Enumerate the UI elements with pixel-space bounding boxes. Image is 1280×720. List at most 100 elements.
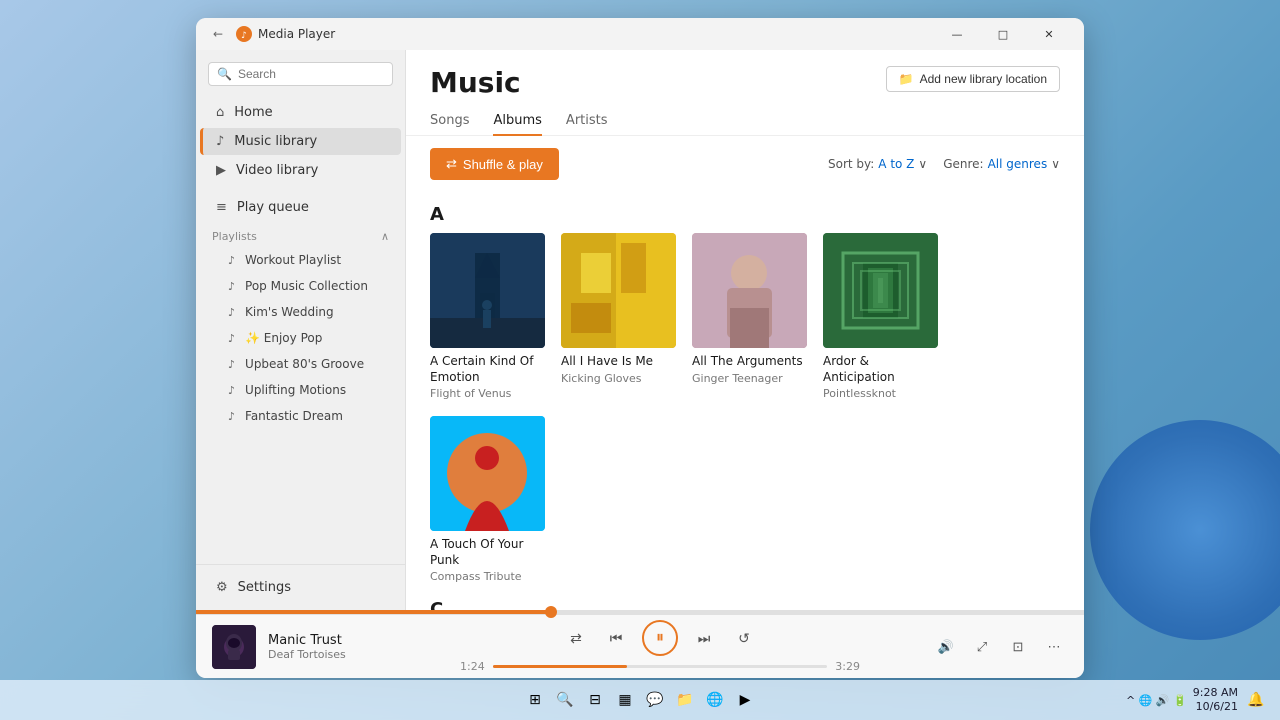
sidebar-item-home-label: Home bbox=[234, 105, 272, 120]
sidebar-item-settings[interactable]: ⚙ Settings bbox=[200, 574, 401, 601]
queue-icon: ≡ bbox=[216, 200, 227, 215]
album-card-1[interactable]: A Certain Kind Of Emotion Flight of Venu… bbox=[430, 233, 545, 400]
sidebar-bottom: ⚙ Settings bbox=[196, 564, 405, 602]
np-track-artist: Deaf Tortoises bbox=[268, 648, 388, 661]
time-row: 1:24 3:29 bbox=[460, 660, 860, 673]
section-letter-c: C bbox=[430, 599, 1060, 610]
playlist-label: ✨ Enjoy Pop bbox=[245, 331, 322, 345]
next-button[interactable]: ⏭ bbox=[690, 624, 718, 652]
playlist-icon: ♪ bbox=[228, 254, 235, 267]
taskbar-search-button[interactable]: 🔍 bbox=[553, 688, 577, 712]
media-player-window: ← ♪ Media Player — □ ✕ 🔍 ⌂ Home ♪ bbox=[196, 18, 1084, 678]
shuffle-button[interactable]: ⇄ bbox=[562, 624, 590, 652]
player-right-controls: 🔊 ⤢ ⊡ ⋯ bbox=[932, 633, 1068, 661]
back-button[interactable]: ← bbox=[208, 24, 228, 44]
playlist-label: Fantastic Dream bbox=[245, 409, 343, 423]
titlebar: ← ♪ Media Player — □ ✕ bbox=[196, 18, 1084, 50]
playlist-icon: ♪ bbox=[228, 410, 235, 423]
sort-chevron-icon: ∨ bbox=[918, 157, 927, 171]
shuffle-label: Shuffle & play bbox=[463, 157, 543, 172]
add-library-button[interactable]: 📁 Add new library location bbox=[886, 66, 1060, 92]
taskbar-notification-button[interactable]: 🔔 bbox=[1244, 688, 1268, 712]
taskbar-system-icons: ^ 🌐 🔊 🔋 bbox=[1126, 694, 1187, 707]
time-bar[interactable] bbox=[493, 665, 828, 668]
shuffle-play-button[interactable]: ⇄ Shuffle & play bbox=[430, 148, 559, 180]
sidebar-item-home[interactable]: ⌂ Home bbox=[200, 99, 401, 126]
np-track-title: Manic Trust bbox=[268, 633, 388, 648]
player-controls: ⇄ ⏮ ⏸ ⏭ ↺ 1:24 3:29 bbox=[400, 620, 920, 673]
sort-value: A to Z bbox=[878, 157, 914, 171]
playlists-section-header: Playlists ∧ bbox=[196, 222, 405, 247]
tab-albums[interactable]: Albums bbox=[493, 107, 541, 136]
np-album-art bbox=[212, 625, 256, 669]
mini-player-button[interactable]: ⊡ bbox=[1004, 633, 1032, 661]
previous-button[interactable]: ⏮ bbox=[602, 624, 630, 652]
maximize-button[interactable]: □ bbox=[980, 18, 1026, 50]
close-button[interactable]: ✕ bbox=[1026, 18, 1072, 50]
playlist-item-uplifting[interactable]: ♪ Uplifting Motions bbox=[200, 378, 401, 402]
tab-songs[interactable]: Songs bbox=[430, 107, 469, 136]
genre-chevron-icon: ∨ bbox=[1051, 157, 1060, 171]
playlist-label: Kim's Wedding bbox=[245, 305, 334, 319]
taskbar-chat-button[interactable]: 💬 bbox=[643, 688, 667, 712]
taskbar-date: 10/6/21 bbox=[1193, 700, 1238, 714]
fullscreen-button[interactable]: ⤢ bbox=[968, 633, 996, 661]
taskbar-widgets-button[interactable]: ▦ bbox=[613, 688, 637, 712]
sidebar-item-video-library[interactable]: ▶ Video library bbox=[200, 157, 401, 184]
content-header: Music 📁 Add new library location Songs A… bbox=[406, 50, 1084, 136]
albums-scroll[interactable]: A bbox=[406, 192, 1084, 610]
genre-dropdown[interactable]: Genre: All genres ∨ bbox=[943, 157, 1060, 171]
progress-bar-container[interactable] bbox=[196, 610, 1084, 614]
playlist-item-workout[interactable]: ♪ Workout Playlist bbox=[200, 248, 401, 272]
music-icon: ♪ bbox=[216, 134, 224, 149]
now-playing-bar: Manic Trust Deaf Tortoises ⇄ ⏮ ⏸ ⏭ ↺ 1:2… bbox=[196, 614, 1084, 678]
taskbar-center: ⊞ 🔍 ⊟ ▦ 💬 📁 🌐 ▶ bbox=[523, 688, 757, 712]
album-title-1: A Certain Kind Of Emotion bbox=[430, 354, 545, 385]
albums-grid-a: A Certain Kind Of Emotion Flight of Venu… bbox=[430, 233, 1060, 583]
playlist-item-pop-music[interactable]: ♪ Pop Music Collection bbox=[200, 274, 401, 298]
taskbar-time: 9:28 AM 10/6/21 bbox=[1193, 686, 1238, 715]
playlist-label: Workout Playlist bbox=[245, 253, 341, 267]
sidebar-item-play-queue[interactable]: ≡ Play queue bbox=[200, 194, 401, 221]
window-title: Media Player bbox=[258, 27, 934, 41]
more-options-button[interactable]: ⋯ bbox=[1040, 633, 1068, 661]
minimize-button[interactable]: — bbox=[934, 18, 980, 50]
search-box[interactable]: 🔍 bbox=[208, 62, 393, 86]
svg-text:♪: ♪ bbox=[241, 31, 247, 41]
sidebar-item-video-label: Video library bbox=[236, 163, 318, 178]
album-card-3[interactable]: All The Arguments Ginger Teenager bbox=[692, 233, 807, 400]
playlist-label: Uplifting Motions bbox=[245, 383, 346, 397]
album-card-5[interactable]: A Touch Of Your Punk Compass Tribute bbox=[430, 416, 545, 583]
progress-fill bbox=[196, 610, 551, 614]
taskbar-media-button[interactable]: ▶ bbox=[733, 688, 757, 712]
volume-button[interactable]: 🔊 bbox=[932, 633, 960, 661]
taskbar-explorer-button[interactable]: 📁 bbox=[673, 688, 697, 712]
sort-label: Sort by: bbox=[828, 157, 874, 171]
taskbar-browser-button[interactable]: 🌐 bbox=[703, 688, 727, 712]
playlist-item-fantastic[interactable]: ♪ Fantastic Dream bbox=[200, 404, 401, 428]
playlist-item-upbeat[interactable]: ♪ Upbeat 80's Groove bbox=[200, 352, 401, 376]
playlist-icon: ♪ bbox=[228, 332, 235, 345]
album-card-4[interactable]: Ardor & Anticipation Pointlessknot bbox=[823, 233, 938, 400]
sidebar-item-music-library[interactable]: ♪ Music library bbox=[200, 128, 401, 155]
repeat-button[interactable]: ↺ bbox=[730, 624, 758, 652]
taskbar-taskview-button[interactable]: ⊟ bbox=[583, 688, 607, 712]
taskbar-clock: 9:28 AM bbox=[1193, 686, 1238, 700]
bg-decoration bbox=[1090, 420, 1280, 640]
playlists-collapse-icon[interactable]: ∧ bbox=[381, 230, 389, 243]
taskbar-start-button[interactable]: ⊞ bbox=[523, 688, 547, 712]
pause-button[interactable]: ⏸ bbox=[642, 620, 678, 656]
section-letter-a: A bbox=[430, 204, 1060, 225]
add-library-label: Add new library location bbox=[920, 72, 1047, 86]
album-title-3: All The Arguments bbox=[692, 354, 807, 370]
playlist-item-kims-wedding[interactable]: ♪ Kim's Wedding bbox=[200, 300, 401, 324]
playlist-item-enjoy-pop[interactable]: ♪ ✨ Enjoy Pop bbox=[200, 326, 401, 350]
sidebar-item-music-label: Music library bbox=[234, 134, 317, 149]
control-buttons: ⇄ ⏮ ⏸ ⏭ ↺ bbox=[562, 620, 758, 656]
tab-artists[interactable]: Artists bbox=[566, 107, 608, 136]
sort-dropdown[interactable]: Sort by: A to Z ∨ bbox=[828, 157, 927, 171]
album-card-2[interactable]: All I Have Is Me Kicking Gloves bbox=[561, 233, 676, 400]
page-title: Music bbox=[430, 66, 521, 99]
header-top: Music 📁 Add new library location bbox=[430, 66, 1060, 99]
search-input[interactable] bbox=[238, 67, 393, 81]
